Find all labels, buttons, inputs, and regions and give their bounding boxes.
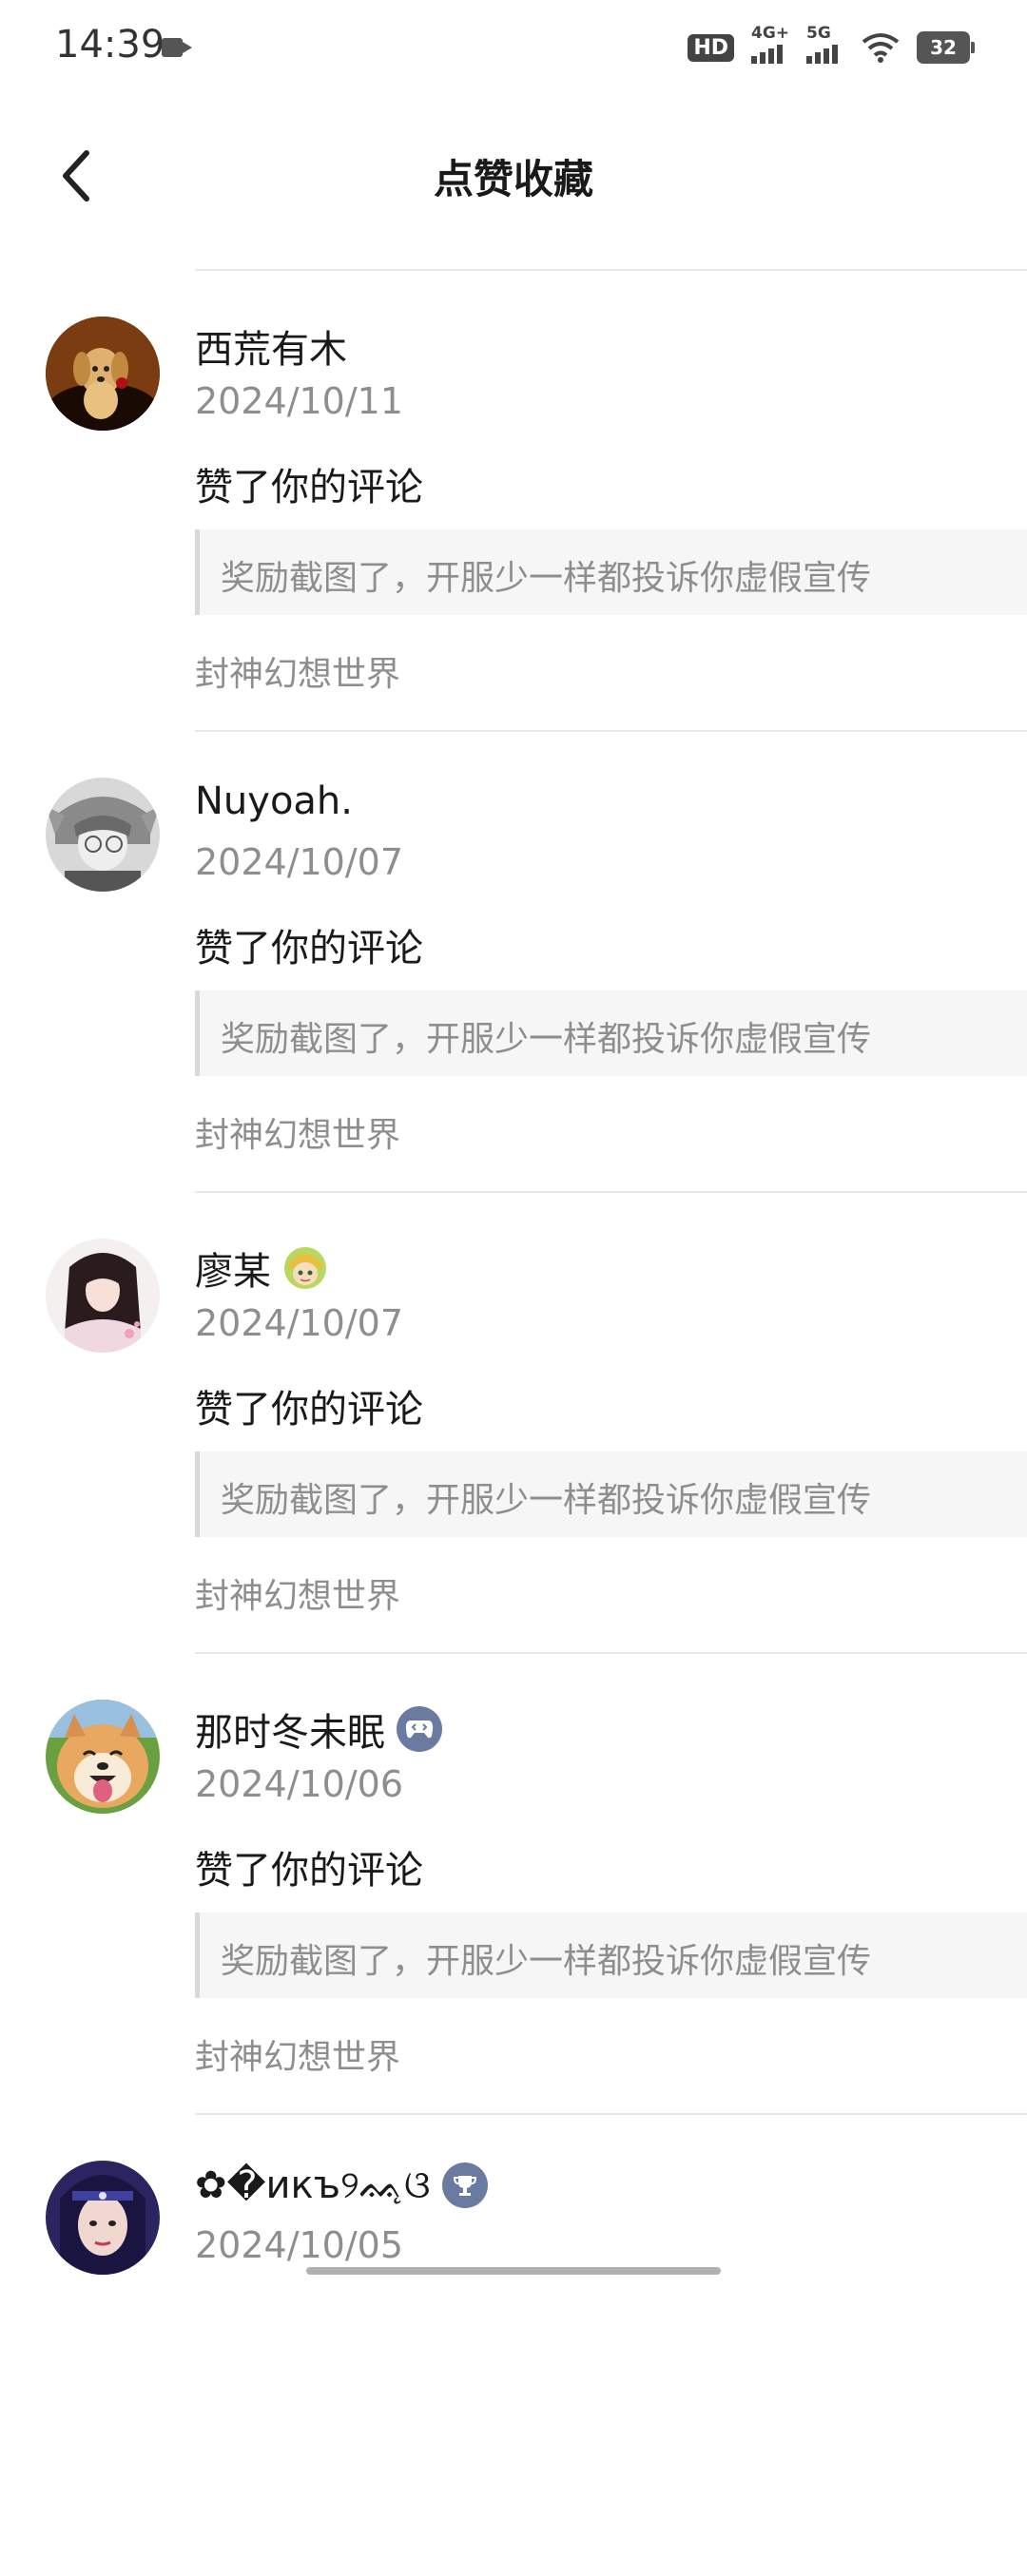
username-row: Nuyoah.	[195, 779, 353, 823]
username-row: 那时冬未眠	[195, 1701, 442, 1757]
username[interactable]: 那时冬未眠	[195, 1701, 385, 1757]
avatar[interactable]	[46, 1700, 160, 1814]
username-row: 西荒有木	[195, 318, 347, 374]
home-indicator[interactable]	[306, 2267, 721, 2275]
quoted-comment[interactable]: 奖励截图了，开服少一样都投诉你虚假宣传	[195, 1913, 1027, 1998]
action-text: 赞了你的评论	[195, 1388, 423, 1432]
username-row: ✿�икъ୨ᨐ̨ଓ	[195, 2163, 488, 2208]
character-badge-icon	[282, 1245, 328, 1291]
action-text: 赞了你的评论	[195, 927, 423, 971]
battery-icon: 32	[917, 31, 975, 64]
quoted-comment[interactable]: 奖励截图了，开服少一样都投诉你虚假宣传	[195, 1451, 1027, 1537]
portrait-avatar-icon	[46, 2161, 160, 2275]
avatar[interactable]	[46, 778, 160, 892]
list-item[interactable]: 廖某 2024/10/07 赞了你的评论 奖励截图了，开服少一样都投诉你虚假宣传…	[0, 1193, 1027, 1654]
action-text: 赞了你的评论	[195, 1849, 423, 1893]
hd-voice-icon: HD	[688, 33, 734, 62]
trophy-badge-icon	[441, 2163, 488, 2208]
source-game[interactable]: 封神幻想世界	[195, 2029, 400, 2079]
source-game[interactable]: 封神幻想世界	[195, 1568, 400, 1618]
signal-4g-icon: 4G+	[751, 24, 789, 64]
username[interactable]: Nuyoah.	[195, 779, 353, 823]
date: 2024/10/06	[195, 1763, 404, 1805]
video-recording-icon	[162, 38, 192, 57]
quoted-comment-text: 奖励截图了，开服少一样都投诉你虚假宣传	[221, 1942, 872, 1981]
avatar[interactable]	[46, 317, 160, 431]
date: 2024/10/07	[195, 841, 404, 883]
notification-list: 西荒有木 2024/10/11 赞了你的评论 奖励截图了，开服少一样都投诉你虚假…	[0, 271, 1027, 2576]
status-bar: 14:39 HD 4G+ 5G 32	[0, 0, 1027, 95]
header: 点赞收藏	[0, 124, 1027, 228]
quoted-comment-text: 奖励截图了，开服少一样都投诉你虚假宣传	[221, 1020, 872, 1059]
username[interactable]: ✿�икъ୨ᨐ̨ଓ	[195, 2163, 431, 2207]
status-time: 14:39	[55, 23, 165, 67]
source-game[interactable]: 封神幻想世界	[195, 1107, 400, 1157]
anime-girl-avatar-icon	[46, 1239, 160, 1353]
status-icons: HD 4G+ 5G 32	[688, 24, 975, 68]
action-text: 赞了你的评论	[195, 466, 423, 509]
date: 2024/10/11	[195, 380, 404, 422]
source-game[interactable]: 封神幻想世界	[195, 646, 400, 696]
avatar[interactable]	[46, 2161, 160, 2275]
username[interactable]: 廖某	[195, 1240, 271, 1296]
username[interactable]: 西荒有木	[195, 318, 347, 374]
anime-boy-avatar-icon	[46, 778, 160, 892]
dog-avatar-icon	[46, 317, 160, 431]
date: 2024/10/07	[195, 1302, 404, 1344]
quoted-comment[interactable]: 奖励截图了，开服少一样都投诉你虚假宣传	[195, 529, 1027, 615]
quoted-comment-text: 奖励截图了，开服少一样都投诉你虚假宣传	[221, 1481, 872, 1520]
quoted-comment[interactable]: 奖励截图了，开服少一样都投诉你虚假宣传	[195, 990, 1027, 1076]
list-item[interactable]: ✿�икъ୨ᨐ̨ଓ 2024/10/05	[0, 2115, 1027, 2576]
list-item[interactable]: 西荒有木 2024/10/11 赞了你的评论 奖励截图了，开服少一样都投诉你虚假…	[0, 271, 1027, 732]
shiba-avatar-icon	[46, 1700, 160, 1814]
wifi-icon	[862, 33, 900, 63]
quoted-comment-text: 奖励截图了，开服少一样都投诉你虚假宣传	[221, 559, 872, 598]
gamepad-badge-icon	[397, 1706, 442, 1752]
signal-5g-icon: 5G	[806, 24, 844, 64]
page-title: 点赞收藏	[433, 156, 593, 202]
date: 2024/10/05	[195, 2224, 404, 2266]
username-row: 廖某	[195, 1240, 328, 1296]
list-item[interactable]: 那时冬未眠 2024/10/06 赞了你的评论 奖励截图了，开服少一样都投诉你虚…	[0, 1654, 1027, 2115]
list-item[interactable]: Nuyoah. 2024/10/07 赞了你的评论 奖励截图了，开服少一样都投诉…	[0, 732, 1027, 1193]
avatar[interactable]	[46, 1239, 160, 1353]
